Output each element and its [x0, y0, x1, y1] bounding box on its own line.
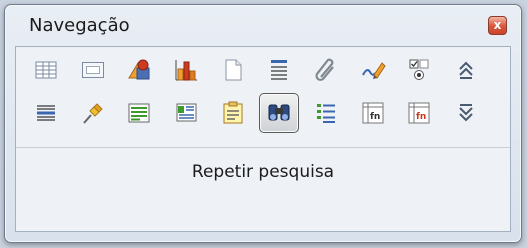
fields-icon: fn [362, 102, 384, 124]
pages-button[interactable] [213, 50, 253, 90]
frames-icon [82, 62, 104, 78]
pages-icon [225, 59, 242, 81]
close-button[interactable]: x [488, 16, 507, 35]
table-formula-button[interactable] [306, 93, 346, 133]
toolbar-row-1 [26, 50, 506, 90]
title-bar[interactable]: Navegação x [5, 5, 521, 41]
window-title: Navegação [29, 15, 130, 36]
svg-text:fn: fn [416, 112, 426, 122]
reminder-icon [223, 101, 243, 124]
previous-object-icon [459, 61, 473, 79]
headings-button[interactable] [259, 50, 299, 90]
sections-button[interactable] [26, 93, 66, 133]
fields-button[interactable]: fn [353, 93, 393, 133]
status-area: Repetir pesquisa [16, 148, 510, 231]
comments-icon [176, 103, 197, 122]
pin-button[interactable] [73, 93, 113, 133]
next-object-button[interactable] [446, 93, 486, 133]
wrong-table-formula-icon: fn [408, 102, 430, 124]
tables-button[interactable] [26, 50, 66, 90]
headings-icon [271, 60, 287, 80]
wrong-table-formula-button[interactable]: fn [399, 93, 439, 133]
previous-object-button[interactable] [446, 50, 486, 90]
repeat-search-icon [268, 104, 290, 121]
text-frames-button[interactable] [119, 93, 159, 133]
tables-icon [35, 61, 57, 79]
ole-objects-icon [175, 60, 197, 81]
text-frames-icon [128, 103, 150, 123]
comments-button[interactable] [166, 93, 206, 133]
bookmarks-button[interactable] [306, 50, 346, 90]
next-object-icon [459, 104, 473, 122]
repeat-search-button[interactable] [259, 93, 299, 133]
svg-text:fn: fn [370, 112, 380, 122]
toolbar-row-2: fn fn [26, 93, 506, 133]
images-icon [128, 59, 150, 80]
sections-icon [37, 105, 55, 121]
navigator-window: Navegação x fn fn Repetir pesquisa [4, 4, 522, 243]
ole-objects-button[interactable] [166, 50, 206, 90]
reminder-button[interactable] [213, 93, 253, 133]
navigator-panel: fn fn Repetir pesquisa [15, 46, 511, 232]
close-icon: x [493, 18, 502, 32]
controls-button[interactable] [399, 50, 439, 90]
bookmarks-icon [315, 58, 334, 81]
drawings-icon [362, 62, 386, 79]
frames-button[interactable] [73, 50, 113, 90]
drawings-button[interactable] [353, 50, 393, 90]
controls-icon [409, 59, 429, 80]
status-label: Repetir pesquisa [191, 162, 335, 182]
images-button[interactable] [119, 50, 159, 90]
pin-icon [83, 103, 103, 124]
table-formula-icon [317, 104, 335, 123]
